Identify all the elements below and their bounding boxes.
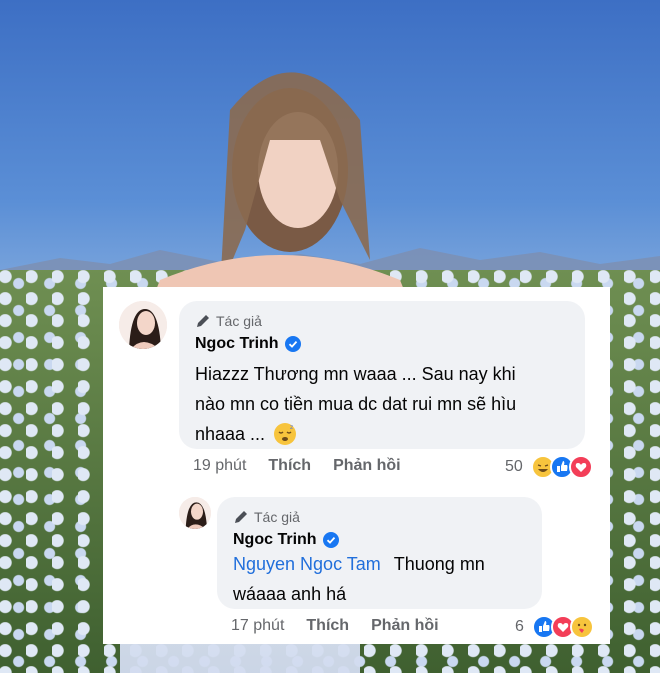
author-tag-label: Tác giả (254, 509, 300, 525)
avatar[interactable] (179, 497, 211, 529)
comment-actions: 19 phút Thích Phản hồi (193, 457, 401, 475)
reply-button[interactable]: Phản hồi (371, 617, 439, 635)
care-reaction-icon (569, 615, 594, 639)
author-badge: Tác giả (195, 313, 262, 329)
like-button[interactable]: Thích (268, 457, 311, 475)
reply-text: Nguyen Ngoc Tam Thuong mn wáaaa anh há (233, 554, 485, 604)
sleepy-face-emoji-icon: z (274, 423, 297, 445)
author-badge: Tác giả (233, 509, 300, 525)
pen-icon (197, 315, 209, 327)
reply-bubble: Tác giả Ngoc Trinh Nguyen Ngoc Tam Thuon… (217, 497, 542, 609)
timestamp[interactable]: 17 phút (231, 617, 284, 635)
commenter-name[interactable]: Ngoc Trinh (233, 531, 317, 549)
mention-link[interactable]: Nguyen Ngoc Tam (233, 554, 381, 574)
profile-photo-icon (119, 301, 167, 349)
reaction-count: 6 (515, 618, 524, 635)
comment-bubble: Tác giả Ngoc Trinh Hiazzz Thương mn waaa… (179, 301, 585, 449)
comment-card: Tác giả Ngoc Trinh Hiazzz Thương mn waaa… (103, 287, 610, 644)
reply-button[interactable]: Phản hồi (333, 457, 401, 475)
reactions-summary[interactable]: 6 (515, 615, 594, 639)
reply-actions: 17 phút Thích Phản hồi (231, 617, 439, 635)
love-reaction-icon (568, 455, 593, 479)
verified-badge-icon (284, 336, 301, 352)
commenter-name[interactable]: Ngoc Trinh (195, 335, 279, 353)
author-tag-label: Tác giả (216, 313, 262, 329)
reaction-count: 50 (505, 458, 523, 475)
profile-photo-icon (179, 497, 211, 529)
pen-icon (235, 511, 247, 523)
timestamp[interactable]: 19 phút (193, 457, 246, 475)
like-button[interactable]: Thích (306, 617, 349, 635)
svg-text:z: z (290, 424, 293, 431)
comment-text: Hiazzz Thương mn waaa ... Sau nay khi nà… (195, 364, 517, 445)
reactions-summary[interactable]: 50 (505, 455, 593, 479)
verified-badge-icon (322, 532, 339, 548)
avatar[interactable] (119, 301, 167, 349)
